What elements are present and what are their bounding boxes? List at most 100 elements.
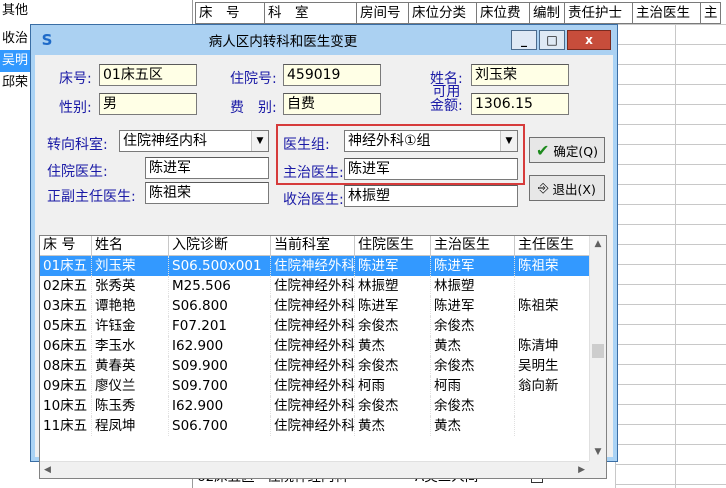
fee-label: 费 别: [230,100,277,116]
cell-resident: 余俊杰 [355,396,431,416]
chief-field[interactable]: 陈祖荣 [145,182,269,204]
scroll-left-icon[interactable]: ◀ [44,465,51,475]
table-row[interactable]: 01床五 刘玉荣 S06.500x001 住院神经外科 陈进军 陈进军 陈祖荣 [40,256,606,276]
scroll-corner [589,461,606,478]
cell-chief: 陈祖荣 [515,256,591,276]
table-row[interactable]: 02床五 张秀英 M25.506 住院神经外科 林振塑 林振塑 [40,276,606,296]
cell-attending: 余俊杰 [431,356,515,376]
scroll-right-icon[interactable]: ▶ [578,465,585,475]
cell-name: 程凤坤 [92,416,169,436]
cell-name: 许钰金 [92,316,169,336]
cell-attending: 柯雨 [431,376,515,396]
admitting-field[interactable]: 林振塑 [344,185,518,207]
table-header: 床 号 姓名 入院诊断 当前科室 住院医生 主治医生 主任医生 [40,236,606,256]
admission-label: 住院号: [230,71,277,87]
table-row[interactable]: 11床五 程凤坤 S06.700 住院神经外科 黄杰 黄杰 [40,416,606,436]
bg-col-header[interactable]: 床位分类 [409,2,477,24]
cell-bed: 09床五 [40,376,92,396]
col-header-name[interactable]: 姓名 [92,236,169,255]
cell-chief [515,316,591,336]
bed-field[interactable]: 01床五区 [99,64,197,86]
cell-dept: 住院神经外科 [271,416,355,436]
scroll-up-icon[interactable]: ▲ [590,236,606,253]
cell-bed: 03床五 [40,296,92,316]
exit-button[interactable]: ⎆ 退出(X) [529,175,605,201]
chevron-down-icon[interactable]: ▼ [500,131,517,151]
checkmark-icon: ✔ [536,140,550,160]
cell-dept: 住院神经外科 [271,276,355,296]
bg-col-header[interactable]: 房间号 [357,2,409,24]
bg-col-header[interactable]: 科 室 [265,2,357,24]
background-grid-header: 床 号 科 室 房间号 床位分类 床位费 编制 责任护士 主治医生 主 [195,2,726,24]
horizontal-scrollbar[interactable]: ◀ ▶ [40,461,589,478]
cell-diagnosis: S06.500x001 [169,256,271,276]
vertical-scrollbar[interactable]: ▲ ▼ [589,236,606,461]
name-field[interactable]: 刘玉荣 [471,64,569,86]
cell-name: 陈玉秀 [92,396,169,416]
table-row[interactable]: 09床五 廖仪兰 S09.700 住院神经外科 柯雨 柯雨 翁向新 [40,376,606,396]
cell-attending: 陈进军 [431,296,515,316]
minimize-button[interactable]: _ [511,30,537,50]
balance-label-line2: 金额: [430,98,463,114]
cell-name: 张秀英 [92,276,169,296]
table-row[interactable]: 08床五 黄春英 S09.900 住院神经外科 余俊杰 余俊杰 吴明生 [40,356,606,376]
admission-field[interactable]: 459019 [283,64,381,86]
cell-attending: 余俊杰 [431,396,515,416]
cell-bed: 08床五 [40,356,92,376]
cell-diagnosis: F07.201 [169,316,271,336]
dept-combo[interactable]: 住院神经内科 ▼ [119,130,269,152]
close-button[interactable]: x [567,30,611,50]
doctor-group-combo[interactable]: 神经外科①组 ▼ [344,130,518,152]
fee-field[interactable]: 自费 [283,93,381,115]
table-row[interactable]: 05床五 许钰金 F07.201 住院神经外科 余俊杰 余俊杰 [40,316,606,336]
cell-chief: 吴明生 [515,356,591,376]
dialog-titlebar[interactable]: S 病人区内转科和医生变更 _ □ x [31,25,617,55]
bg-col-header[interactable]: 编制 [530,2,565,24]
table-row[interactable]: 03床五 谭艳艳 S06.800 住院神经外科 陈进军 陈进军 陈祖荣 [40,296,606,316]
cell-chief [515,416,591,436]
cell-dept: 住院神经外科 [271,376,355,396]
cell-diagnosis: S06.800 [169,296,271,316]
table-row[interactable]: 10床五 陈玉秀 I62.900 住院神经外科 余俊杰 余俊杰 [40,396,606,416]
cell-attending: 黄杰 [431,336,515,356]
bg-col-header[interactable]: 主 [701,2,721,24]
cell-resident: 余俊杰 [355,316,431,336]
table-row[interactable]: 06床五 李玉水 I62.900 住院神经外科 黄杰 黄杰 陈清坤 [40,336,606,356]
cell-attending: 黄杰 [431,416,515,436]
cell-bed: 10床五 [40,396,92,416]
bg-col-header[interactable]: 床 号 [195,2,265,24]
cell-name: 刘玉荣 [92,256,169,276]
balance-field[interactable]: 1306.15 [471,93,569,115]
cell-resident: 林振塑 [355,276,431,296]
dialog-title: 病人区内转科和医生变更 [208,34,358,50]
col-header-chief[interactable]: 主任医生 [515,236,591,255]
resident-field[interactable]: 陈进军 [145,157,269,179]
cell-dept: 住院神经外科 [271,296,355,316]
col-header-attending[interactable]: 主治医生 [431,236,515,255]
attending-field[interactable]: 陈进军 [344,158,518,180]
cell-diagnosis: S09.900 [169,356,271,376]
ok-button[interactable]: ✔ 确定(Q) [529,137,605,163]
col-header-bed[interactable]: 床 号 [40,236,92,255]
scroll-down-icon[interactable]: ▼ [590,444,606,461]
col-header-dept[interactable]: 当前科室 [271,236,355,255]
bg-col-header[interactable]: 主治医生 [633,2,701,24]
bg-col-header[interactable]: 责任护士 [565,2,633,24]
chevron-down-icon[interactable]: ▼ [251,131,268,151]
cell-attending: 陈进军 [431,256,515,276]
maximize-button[interactable]: □ [539,30,565,50]
doctor-group-combo-value: 神经外科①组 [348,133,431,149]
gender-field[interactable]: 男 [99,93,197,115]
cell-attending: 余俊杰 [431,316,515,336]
app-icon: S [41,31,53,49]
cell-chief [515,276,591,296]
balance-label-line1: 可用 [432,84,461,100]
col-header-resident[interactable]: 住院医生 [355,236,431,255]
scroll-thumb[interactable] [592,344,604,358]
cell-diagnosis: S06.700 [169,416,271,436]
col-header-diagnosis[interactable]: 入院诊断 [169,236,271,255]
bg-col-header[interactable]: 床位费 [477,2,530,24]
cell-dept: 住院神经外科 [271,256,355,276]
cell-diagnosis: I62.900 [169,396,271,416]
bg-left-row[interactable]: 其他 [0,0,192,22]
